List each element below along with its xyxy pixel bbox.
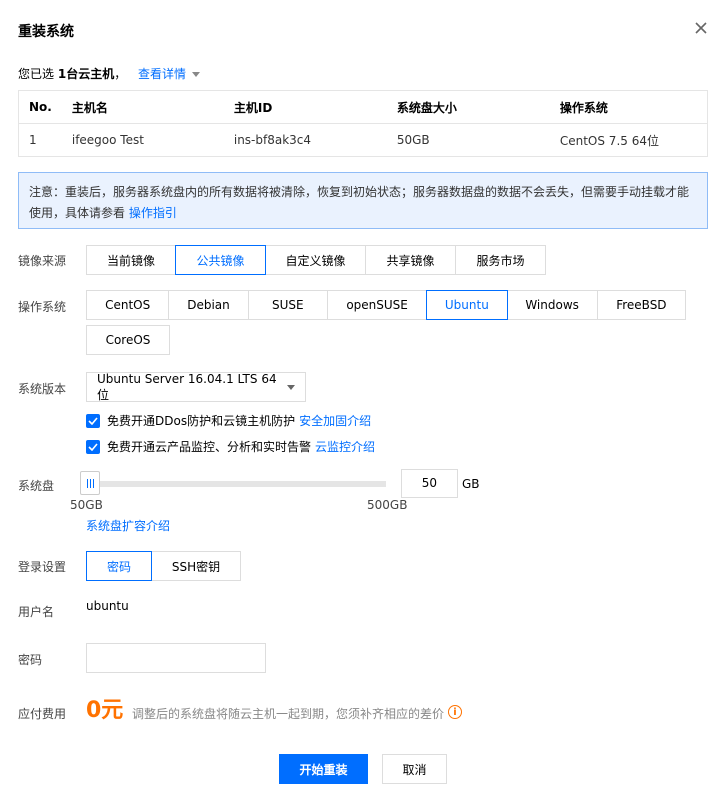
image-source-market[interactable]: 服务市场 xyxy=(455,245,546,275)
cell-os: CentOS 7.5 64位 xyxy=(549,123,708,157)
os-option-suse[interactable]: SUSE xyxy=(247,290,328,320)
selection-summary: 您已选 1台云主机， 查看详情 xyxy=(18,65,201,82)
cell-no: 1 xyxy=(17,123,62,157)
password-label: 密码 xyxy=(18,653,43,667)
security-intro-link[interactable]: 安全加固介绍 xyxy=(299,412,371,429)
username-value: ubuntu xyxy=(86,599,129,613)
operation-guide-link[interactable]: 操作指引 xyxy=(129,206,177,220)
password-input[interactable] xyxy=(86,643,266,673)
image-source-shared[interactable]: 共享镜像 xyxy=(365,245,456,275)
column-header-hostname: 主机名 xyxy=(61,90,224,124)
dialog-title: 重装系统 xyxy=(18,24,74,40)
info-icon[interactable]: i xyxy=(448,705,462,719)
selection-separator: ， xyxy=(114,67,127,81)
os-selector: CentOS Debian SUSE openSUSE Ubuntu Windo… xyxy=(86,290,687,355)
image-source-public[interactable]: 公共镜像 xyxy=(175,245,266,275)
os-option-debian[interactable]: Debian xyxy=(168,290,249,320)
disk-unit: GB xyxy=(462,477,480,491)
disk-max-label: 500GB xyxy=(367,498,408,512)
selection-prefix: 您已选 xyxy=(18,67,55,81)
column-header-disk-size: 系统盘大小 xyxy=(386,90,550,124)
image-source-label: 镜像来源 xyxy=(18,254,67,268)
monitor-checkbox-label: 免费开通云产品监控、分析和实时告警 xyxy=(107,440,312,454)
hosts-table: No. 主机名 主机ID 系统盘大小 操作系统 1 ifeegoo Test i… xyxy=(17,90,708,157)
disk-slider-track[interactable] xyxy=(86,481,386,487)
column-header-os: 操作系统 xyxy=(549,90,708,124)
username-label: 用户名 xyxy=(18,605,55,619)
table-header-row: No. 主机名 主机ID 系统盘大小 操作系统 xyxy=(17,90,708,124)
os-label: 操作系统 xyxy=(18,300,67,314)
disk-min-label: 50GB xyxy=(70,498,103,512)
notice-banner: 注意：重装后，服务器系统盘内的所有数据将被清除，恢复到初始状态；服务器数据盘的数… xyxy=(18,172,708,229)
ddos-checkbox-row: 免费开通DDos防护和云镜主机防护 安全加固介绍 xyxy=(86,412,371,429)
monitor-intro-link[interactable]: 云监控介绍 xyxy=(315,438,375,455)
fee-amount: 0元 xyxy=(86,698,124,723)
cell-hostname: ifeegoo Test xyxy=(61,123,224,157)
os-option-centos[interactable]: CentOS xyxy=(86,290,170,320)
ddos-checkbox-label: 免费开通DDos防护和云镜主机防护 xyxy=(107,414,296,428)
chevron-down-icon[interactable] xyxy=(192,72,201,77)
monitor-checkbox-row: 免费开通云产品监控、分析和实时告警 云监控介绍 xyxy=(86,438,375,455)
login-option-ssh-key[interactable]: SSH密钥 xyxy=(151,551,241,581)
monitor-checkbox[interactable] xyxy=(86,439,100,454)
table-row: 1 ifeegoo Test ins-bf8ak3c4 50GB CentOS … xyxy=(17,123,708,157)
disk-expand-link[interactable]: 系统盘扩容介绍 xyxy=(86,517,170,534)
disk-slider-handle[interactable] xyxy=(80,471,100,495)
image-source-selector: 当前镜像 公共镜像 自定义镜像 共享镜像 服务市场 xyxy=(86,245,546,275)
os-option-windows[interactable]: Windows xyxy=(506,290,598,320)
image-source-custom[interactable]: 自定义镜像 xyxy=(265,245,366,275)
version-value: Ubuntu Server 16.04.1 LTS 64位 xyxy=(97,371,277,402)
fee-label: 应付费用 xyxy=(18,707,67,721)
os-option-freebsd[interactable]: FreeBSD xyxy=(596,290,687,320)
login-label: 登录设置 xyxy=(18,560,67,574)
login-option-password[interactable]: 密码 xyxy=(86,551,152,581)
fee-note: 调整后的系统盘将随云主机一起到期，您须补齐相应的差价 xyxy=(132,707,445,721)
view-details-link[interactable]: 查看详情 xyxy=(138,67,186,81)
check-icon xyxy=(88,416,98,425)
chevron-down-icon xyxy=(287,384,295,390)
version-select[interactable]: Ubuntu Server 16.04.1 LTS 64位 xyxy=(86,372,306,402)
start-reinstall-button[interactable]: 开始重装 xyxy=(279,754,368,784)
selection-count: 1台云主机 xyxy=(57,67,115,81)
os-option-ubuntu[interactable]: Ubuntu xyxy=(426,290,508,320)
cancel-button[interactable]: 取消 xyxy=(382,754,447,784)
close-icon[interactable] xyxy=(693,20,709,36)
column-header-no: No. xyxy=(17,90,62,124)
version-label: 系统版本 xyxy=(18,382,67,396)
disk-size-input[interactable]: 50 xyxy=(401,469,458,498)
image-source-current[interactable]: 当前镜像 xyxy=(86,245,176,275)
column-header-hostid: 主机ID xyxy=(223,90,387,124)
login-selector: 密码 SSH密钥 xyxy=(86,551,241,581)
os-option-coreos[interactable]: CoreOS xyxy=(86,325,170,355)
grip-icon xyxy=(86,478,94,488)
disk-label: 系统盘 xyxy=(18,479,55,493)
os-option-opensuse[interactable]: openSUSE xyxy=(327,290,428,320)
cell-disk-size: 50GB xyxy=(386,123,550,157)
cell-hostid: ins-bf8ak3c4 xyxy=(223,123,387,157)
check-icon xyxy=(88,442,98,451)
ddos-checkbox[interactable] xyxy=(86,413,100,428)
